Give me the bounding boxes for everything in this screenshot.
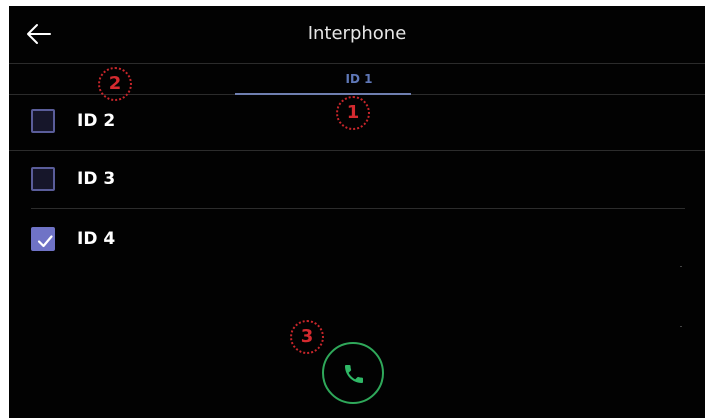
checkmark-icon — [37, 235, 53, 248]
page-title: Interphone — [307, 23, 407, 44]
call-button[interactable] — [322, 342, 384, 404]
callout-marker-3: 3 — [290, 320, 324, 354]
callout-marker-2: 2 — [98, 67, 132, 101]
checkbox-unchecked[interactable] — [31, 109, 55, 133]
list-item-id-4[interactable]: ID 4 — [9, 211, 705, 269]
list-item-label: ID 2 — [77, 111, 116, 131]
interphone-screen: Interphone ID 1 ID 2 ID 3 ID 4 1 2 3 — [9, 6, 705, 418]
header: Interphone — [9, 6, 705, 63]
callout-marker-1: 1 — [336, 96, 370, 130]
row-divider — [31, 208, 685, 209]
list-item-id-3[interactable]: ID 3 — [9, 151, 705, 209]
phone-icon — [345, 365, 363, 383]
list-item-label: ID 3 — [77, 169, 116, 189]
edge-mark — [680, 326, 682, 327]
list-item-label: ID 4 — [77, 229, 116, 249]
edge-mark — [680, 266, 682, 267]
checkbox-unchecked[interactable] — [31, 167, 55, 191]
checkbox-checked[interactable] — [31, 227, 55, 251]
tab-id-1[interactable]: ID 1 — [309, 72, 409, 86]
